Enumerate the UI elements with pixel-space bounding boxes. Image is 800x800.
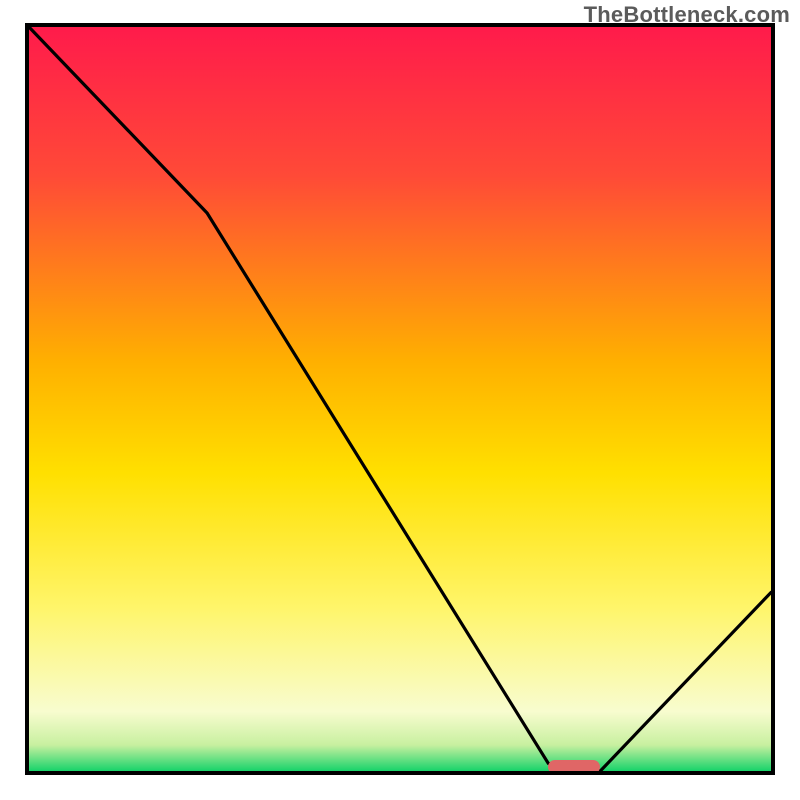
chart-canvas (29, 27, 771, 771)
chart-stage: TheBottleneck.com (0, 0, 800, 800)
gradient-background (29, 27, 771, 771)
chart-frame (25, 23, 775, 775)
watermark-text: TheBottleneck.com (584, 2, 790, 28)
optimal-marker (548, 760, 600, 774)
